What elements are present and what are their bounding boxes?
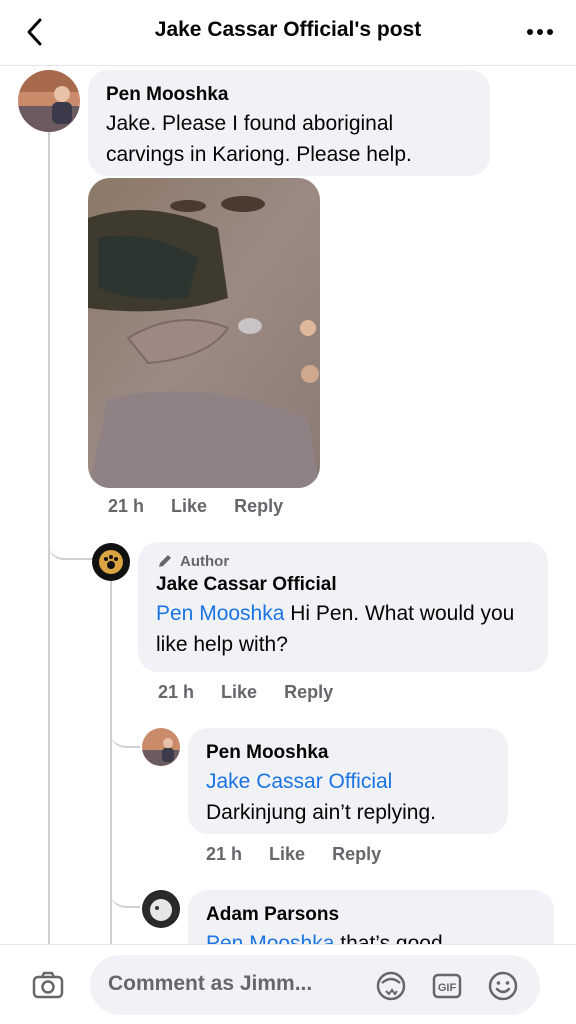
comment-input[interactable]: Comment as Jimm... GIF <box>90 955 540 1015</box>
avatar[interactable] <box>142 728 180 766</box>
reply-button[interactable]: Reply <box>284 682 333 702</box>
more-options-button[interactable] <box>522 18 558 46</box>
comment-actions: 21 h Like Reply <box>206 844 403 865</box>
gif-icon: GIF <box>432 973 462 999</box>
reply-button[interactable]: Reply <box>332 844 381 864</box>
reply-button[interactable]: Reply <box>234 496 283 516</box>
comment-timestamp: 21 h <box>108 496 145 516</box>
comment-actions: 21 h Like Reply <box>108 496 305 517</box>
camera-icon <box>32 971 64 999</box>
comment-actions: 21 h Like Reply <box>158 682 355 703</box>
comment-author[interactable]: Jake Cassar Official <box>156 572 530 598</box>
author-badge: Author <box>156 552 530 570</box>
comment-bubble[interactable]: Pen Mooshka Jake Cassar Official Darkinj… <box>188 728 508 834</box>
comment-author[interactable]: Pen Mooshka <box>106 82 472 108</box>
avatar-sticker-icon <box>376 971 406 1001</box>
comment-timestamp: 21 h <box>206 844 243 864</box>
comment-placeholder: Comment as Jimm... <box>108 972 313 995</box>
reply-connector <box>110 720 140 748</box>
comment-timestamp: 21 h <box>158 682 195 702</box>
emoji-button[interactable] <box>486 969 520 1003</box>
like-button[interactable]: Like <box>269 844 305 864</box>
more-icon <box>527 29 553 35</box>
comment-text: Jake. Please I found aboriginal carvings… <box>106 112 412 166</box>
comment-author[interactable]: Pen Mooshka <box>206 740 490 766</box>
pencil-icon <box>159 555 171 567</box>
comment-text: Pen Mooshka Hi Pen. What would you like … <box>156 598 530 660</box>
rock-carving-photo <box>88 178 320 488</box>
avatar[interactable] <box>18 70 80 132</box>
comment-author[interactable]: Adam Parsons <box>206 902 536 928</box>
comment-bubble[interactable]: Pen Mooshka Jake. Please I found aborigi… <box>88 70 490 176</box>
top-bar: Jake Cassar Official's post <box>0 0 576 66</box>
user-photo-icon <box>142 728 180 766</box>
comment-text: Darkinjung ain’t replying. <box>206 801 436 824</box>
camera-button[interactable] <box>28 965 68 1005</box>
paw-logo-icon <box>93 544 129 580</box>
avatar[interactable] <box>142 890 180 928</box>
page-title: Jake Cassar Official's post <box>154 18 422 41</box>
mention-link[interactable]: Jake Cassar Official <box>206 766 490 797</box>
svg-text:GIF: GIF <box>438 982 457 994</box>
like-button[interactable]: Like <box>171 496 207 516</box>
comment-bubble[interactable]: Author Jake Cassar Official Pen Mooshka … <box>138 542 548 672</box>
avatar[interactable] <box>92 543 130 581</box>
author-badge-label: Author <box>180 552 230 570</box>
like-button[interactable]: Like <box>221 682 257 702</box>
comment-composer: Comment as Jimm... GIF <box>0 944 576 1024</box>
reply-connector <box>110 880 140 908</box>
mention-link[interactable]: Pen Mooshka <box>156 602 284 625</box>
user-photo-icon <box>143 891 179 927</box>
reply-connector <box>48 530 94 560</box>
avatar-sticker-button[interactable] <box>374 969 408 1003</box>
user-photo-icon <box>18 70 80 132</box>
gif-button[interactable]: GIF <box>430 969 464 1003</box>
comment-photo[interactable] <box>88 178 320 488</box>
emoji-icon <box>488 971 518 1001</box>
